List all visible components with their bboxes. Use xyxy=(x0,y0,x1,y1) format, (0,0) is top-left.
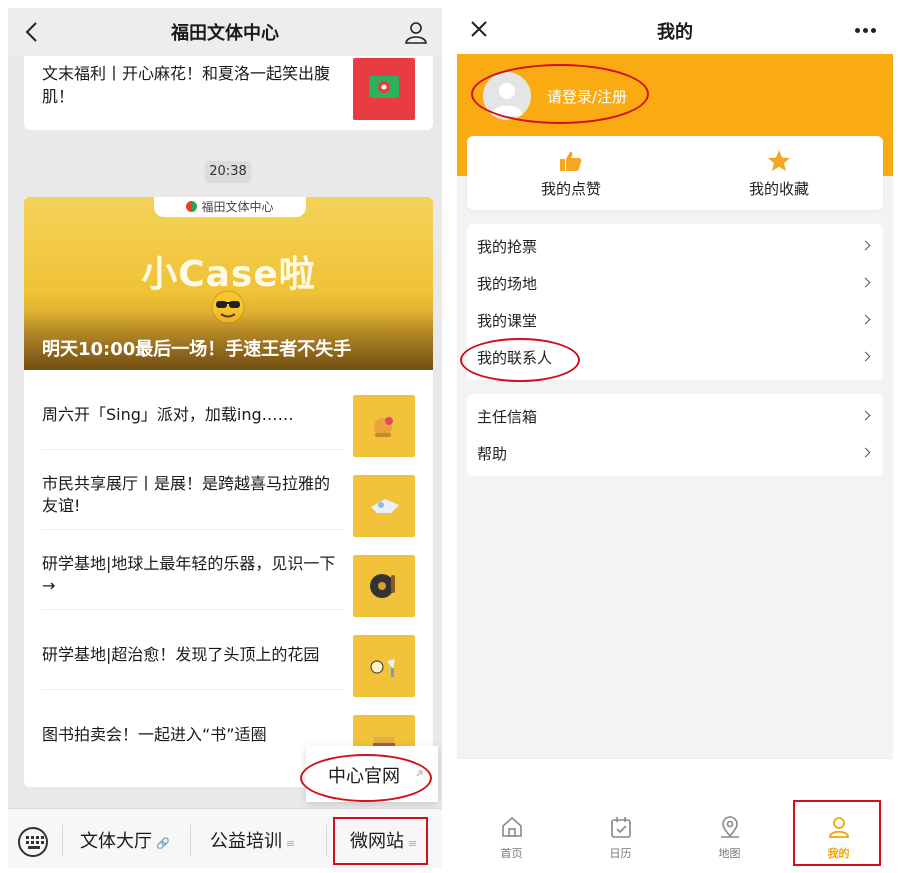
article-thumbnail xyxy=(353,475,415,537)
row-my-classes[interactable]: 我的课堂 xyxy=(467,302,883,339)
row-director-mailbox[interactable]: 主任信箱 xyxy=(467,398,883,435)
chevron-right-icon xyxy=(860,240,871,251)
article-thumbnail xyxy=(353,58,415,120)
page-title: 福田文体中心 xyxy=(171,23,279,44)
logo-icon xyxy=(186,201,198,212)
chevron-right-icon xyxy=(860,314,871,325)
quick-actions-card: 我的点赞 我的收藏 xyxy=(467,136,883,210)
menu-wenti-hall[interactable]: 文体大厅 🔗 xyxy=(80,827,170,853)
page-title: 我的 xyxy=(657,22,693,43)
my-likes-button[interactable]: 我的点赞 xyxy=(467,136,675,210)
map-icon xyxy=(721,816,739,838)
mine-screen: 我的 请登录/注册 我的点赞 我的收藏 我的抢票 我的场地 我的课堂 我的联系人… xyxy=(457,8,893,868)
highlight-oval xyxy=(471,64,649,124)
message-timestamp: 20:38 xyxy=(205,161,251,183)
list-item[interactable]: 周六开「Sing」派对，加载ing…… xyxy=(42,370,344,450)
star-icon xyxy=(768,150,790,171)
home-icon xyxy=(502,816,522,837)
chevron-right-icon xyxy=(860,410,871,421)
profile-icon[interactable] xyxy=(404,20,428,44)
highlight-oval xyxy=(300,754,432,802)
row-help[interactable]: 帮助 xyxy=(467,435,883,472)
article-title: 市民共享展厅丨是展！是跨越喜马拉雅的友谊! xyxy=(42,474,331,515)
article-card[interactable]: 文末福利丨开心麻花！和夏洛一起笑出腹肌！ xyxy=(24,56,433,130)
menu-list-secondary: 主任信箱 帮助 xyxy=(467,394,883,476)
article-thumbnail xyxy=(353,555,415,617)
highlight-box xyxy=(333,817,428,865)
banner-headline: 明天10:00最后一场！手速王者不失手 xyxy=(42,339,352,360)
more-icon[interactable] xyxy=(855,28,877,34)
article-group-card: 福田文体中心 小Case啦 明天10:00最后一场！手速王者不失手 周六开「Si… xyxy=(24,197,433,787)
chevron-right-icon xyxy=(860,351,871,362)
nav-bar: 福田文体中心 xyxy=(8,8,442,56)
bottom-menu-bar: 文体大厅 🔗 公益培训 ≡ 微网站 ≡ xyxy=(8,808,442,868)
calendar-icon xyxy=(611,817,631,838)
official-account-screen: 福田文体中心 文末福利丨开心麻花！和夏洛一起笑出腹肌！ 20:38 福田文体中心… xyxy=(8,8,442,868)
article-title: 文末福利丨开心麻花！和夏洛一起笑出腹肌！ xyxy=(42,64,331,106)
my-favorites-button[interactable]: 我的收藏 xyxy=(675,136,883,210)
chevron-right-icon xyxy=(860,277,871,288)
article-thumbnail xyxy=(353,395,415,457)
chevron-right-icon xyxy=(860,447,871,458)
keyboard-icon[interactable] xyxy=(18,827,48,857)
article-title: 研学基地|地球上最年轻的乐器，见识一下→ xyxy=(42,554,336,595)
nav-bar: 我的 xyxy=(457,8,893,54)
highlight-oval xyxy=(460,338,580,382)
menu-public-training[interactable]: 公益培训 ≡ xyxy=(210,827,295,853)
article-title: 周六开「Sing」派对，加载ing…… xyxy=(42,405,294,424)
list-item[interactable]: 市民共享展厅丨是展！是跨越喜马拉雅的友谊! xyxy=(42,450,344,530)
article-title: 图书拍卖会！一起进入“书”适圈 xyxy=(42,725,267,744)
article-thumbnail xyxy=(353,635,415,697)
headline-banner[interactable]: 福田文体中心 小Case啦 明天10:00最后一场！手速王者不失手 xyxy=(24,197,433,370)
row-my-venues[interactable]: 我的场地 xyxy=(467,265,883,302)
tab-calendar[interactable]: 日历 xyxy=(566,809,675,865)
list-item[interactable]: 图书拍卖会！一起进入“书”适圈 xyxy=(42,690,344,770)
thumbs-up-icon xyxy=(560,151,582,171)
banner-tag: 福田文体中心 xyxy=(154,197,306,217)
row-my-tickets[interactable]: 我的抢票 xyxy=(467,228,883,265)
tab-home[interactable]: 首页 xyxy=(457,809,566,865)
article-title: 研学基地|超治愈！发现了头顶上的花园 xyxy=(42,645,320,664)
tab-map[interactable]: 地图 xyxy=(675,809,784,865)
highlight-box xyxy=(793,800,881,866)
list-item[interactable]: 研学基地|地球上最年轻的乐器，见识一下→ xyxy=(42,530,344,610)
list-item[interactable]: 研学基地|超治愈！发现了头顶上的花园 xyxy=(42,610,344,690)
